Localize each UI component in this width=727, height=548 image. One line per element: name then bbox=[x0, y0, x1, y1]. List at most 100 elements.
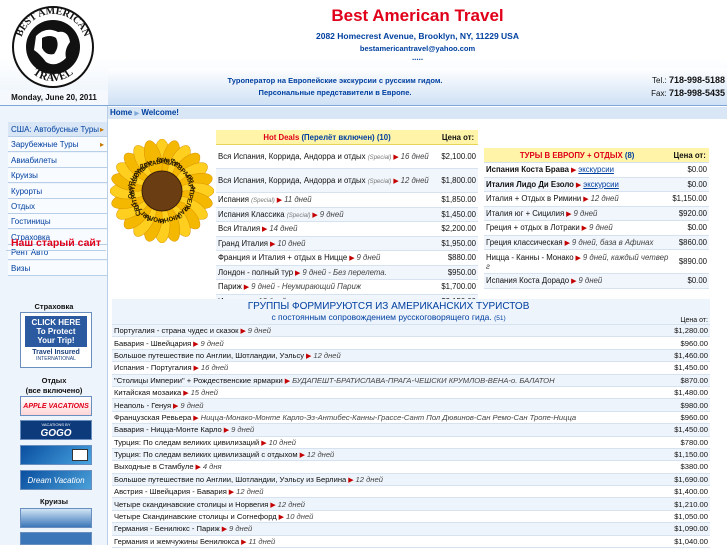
breadcrumb-home[interactable]: Home bbox=[110, 108, 132, 117]
tour-name[interactable]: Большое путешествие по Англии, Шотландии… bbox=[114, 351, 304, 360]
tour-duration[interactable]: экскурсии bbox=[583, 180, 619, 189]
table-row[interactable]: Испания - Португалия ▶ 16 дней $1,450.00 bbox=[112, 361, 710, 375]
old-site-link[interactable]: Наш старый сайт bbox=[6, 237, 106, 249]
table-row[interactable]: Греция + отдых в Лотраки ▶ 9 дней $0.00 bbox=[484, 220, 709, 236]
table-row[interactable]: Италия юг + Сицилия ▶ 9 дней $920.00 bbox=[484, 206, 709, 221]
table-row[interactable]: "Столицы Империи" + Рождественские ярмар… bbox=[112, 374, 710, 387]
table-row[interactable]: Турция: По следам великих цивилизаций с … bbox=[112, 448, 710, 462]
table-row[interactable]: Турция: По следам великих цивилизаций ▶ … bbox=[112, 436, 710, 449]
tour-name[interactable]: Испания bbox=[218, 195, 249, 204]
tour-name[interactable]: Греция + отдых в Лотраки bbox=[486, 223, 580, 232]
tour-name[interactable]: Китайская мозаика bbox=[114, 388, 181, 397]
table-row[interactable]: Испания Коста Брава ▶ экскурсии $0.00 bbox=[484, 162, 709, 178]
sidebar-item[interactable]: Отдых bbox=[8, 199, 107, 214]
tour-name[interactable]: Италия + Отдых в Римини bbox=[486, 194, 581, 203]
tour-name[interactable]: Германия и жемчужины Бенилюкса bbox=[114, 537, 239, 546]
phone-label: Tel.: bbox=[652, 76, 667, 85]
table-row[interactable]: Выходные в Стамбуле ▶ 4 дня $380.00 bbox=[112, 460, 710, 474]
table-row[interactable]: Большое путешествие по Англии, Шотландии… bbox=[112, 473, 710, 487]
table-row[interactable]: Гранд Италия ▶ 10 дней $1,950.00 bbox=[216, 236, 478, 251]
sidebar-item[interactable]: Гостиницы bbox=[8, 214, 107, 230]
table-row[interactable]: Вся Италия ▶ 14 дней $2,200.00 bbox=[216, 221, 478, 237]
insurance-banner[interactable]: CLICK HERE To Protect Your Trip! Travel … bbox=[20, 312, 92, 368]
tour-name[interactable]: "Столицы Империи" + Рождественские ярмар… bbox=[114, 376, 283, 385]
cruise-banner-2[interactable] bbox=[20, 532, 92, 545]
table-row[interactable]: Испания Классика (Special) ▶ 9 дней $1,45… bbox=[216, 207, 478, 222]
tour-name[interactable]: Германия - Бенилюкс - Париж bbox=[114, 524, 220, 533]
sidebar-item[interactable]: Зарубежные Туры bbox=[8, 137, 107, 153]
table-row[interactable]: Германия и жемчужины Бенилюкса ▶ 11 дней… bbox=[112, 535, 710, 548]
site-logo[interactable]: BEST AMERICAN TRAVEL bbox=[6, 4, 100, 90]
table-row[interactable]: Германия - Бенилюкс - Париж ▶ 9 дней $1,0… bbox=[112, 522, 710, 536]
table-row[interactable]: Франция и Италия + отдых в Ницце ▶ 9 дне… bbox=[216, 250, 478, 266]
dream-vacation-banner[interactable]: Dream Vacation bbox=[20, 470, 92, 490]
sidebar-item[interactable]: Круизы bbox=[8, 168, 107, 184]
tour-name[interactable]: Италия Лидо Ди Езоло bbox=[486, 180, 574, 189]
tour-name[interactable]: Выходные в Стамбуле bbox=[114, 462, 194, 471]
tour-name[interactable]: Испания Коста Дорадо bbox=[486, 276, 569, 285]
sidebar-item[interactable]: Курорты bbox=[8, 183, 107, 199]
tour-cell: Вся Испания, Коррида, Андорра и отдых (S… bbox=[216, 168, 438, 193]
tour-name[interactable]: Турция: По следам великих цивилизаций bbox=[114, 438, 259, 447]
tour-name[interactable]: Испания Классика bbox=[218, 210, 285, 219]
table-row[interactable]: Вся Испания, Коррида, Андорра и отдых (S… bbox=[216, 168, 478, 193]
tour-name[interactable]: Вся Испания, Коррида, Андорра и отдых bbox=[218, 176, 366, 185]
tour-name[interactable]: Вся Италия bbox=[218, 224, 260, 233]
tour-name[interactable]: Лондон - полный тур bbox=[218, 268, 293, 277]
tour-name[interactable]: Португалия - страна чудес и сказок bbox=[114, 326, 239, 335]
tour-cell: Большое путешествие по Англии, Шотландии… bbox=[112, 349, 666, 363]
tour-name[interactable]: Гранд Италия bbox=[218, 239, 268, 248]
months-sunflower-image[interactable]: ЯНВАРЬ ФЕВРАЛЬ МАРТ АПРЕЛЬ МАЙ ИЮНЬ ИЮЛЬ АВГУСТ… bbox=[109, 138, 215, 244]
sidebar-item[interactable]: Авиабилеты bbox=[8, 152, 107, 168]
table-row[interactable]: Испания (Special) ▶ 11 дней $1,850.00 bbox=[216, 192, 478, 208]
tour-name[interactable]: Вся Испания, Коррида, Андорра и отдых bbox=[218, 152, 366, 161]
table-row[interactable]: Бавария - Ницца-Монте Карло ▶ 9 дней $1,4… bbox=[112, 423, 710, 437]
tour-name[interactable]: Париж bbox=[218, 282, 242, 291]
table-row[interactable]: Китайская мозаика ▶ 15 дней $1,480.00 bbox=[112, 386, 710, 400]
tour-name[interactable]: Четыре Скандинавские столицы и Согнефорд bbox=[114, 512, 277, 521]
table-row[interactable]: Ницца - Канны - Монако ▶ 9 дней, каждый … bbox=[484, 249, 709, 274]
phone-value: 718-998-5188 bbox=[668, 75, 725, 85]
table-row[interactable]: Греция классическая ▶ 9 дней, база в Афи… bbox=[484, 235, 709, 250]
tour-name[interactable]: Австрия - Швейцария - Бавария bbox=[114, 487, 227, 496]
table-row[interactable]: Италия + Отдых в Римини ▶ 12 дней $1,150.… bbox=[484, 191, 709, 207]
table-row[interactable]: Вся Испания, Коррида, Андорра и отдых (S… bbox=[216, 144, 478, 169]
site-email[interactable]: bestamericantravel@yahoo.com bbox=[108, 44, 727, 53]
tour-name[interactable]: Французская Ревьера bbox=[114, 413, 191, 422]
tour-name[interactable]: Франция и Италия + отдых в Ницце bbox=[218, 253, 347, 262]
table-row[interactable]: Неаполь - Генуя ▶ 9 дней $980.00 bbox=[112, 398, 710, 412]
tour-name[interactable]: Испания Коста Брава bbox=[486, 165, 569, 174]
table-row[interactable]: Большое путешествие по Англии, Шотландии… bbox=[112, 349, 710, 363]
vacation-banner[interactable] bbox=[20, 445, 92, 465]
gogo-vacations-banner[interactable]: VACATIONS BY GOGO bbox=[20, 420, 92, 440]
tour-name[interactable]: Бавария - Швейцария bbox=[114, 339, 191, 348]
tour-name[interactable]: Неаполь - Генуя bbox=[114, 401, 171, 410]
table-row[interactable]: Париж ▶ 9 дней - Неумирающий Париж $1,700… bbox=[216, 279, 478, 295]
gogo-text: GOGO bbox=[40, 428, 72, 439]
tour-name[interactable]: Ницца - Канны - Монако bbox=[486, 253, 574, 262]
table-row[interactable]: Бавария - Швейцария ▶ 9 дней $960.00 bbox=[112, 336, 710, 350]
tour-name[interactable]: Греция классическая bbox=[486, 238, 563, 247]
sidebar-item[interactable]: США: Автобусные Туры bbox=[8, 122, 107, 137]
table-row[interactable]: Лондон - полный тур ▶ 9 дней - Без перел… bbox=[216, 265, 478, 280]
table-row[interactable]: Португалия - страна чудес и сказок ▶ 9 д… bbox=[112, 324, 710, 338]
sidebar-item[interactable]: Визы bbox=[8, 260, 107, 276]
tour-name[interactable]: Бавария - Ницца-Монте Карло bbox=[114, 425, 222, 434]
table-row[interactable]: Италия Лидо Ди Езоло ▶ экскурсии $0.00 bbox=[484, 177, 709, 192]
tour-name[interactable]: Большое путешествие по Англии, Шотландии… bbox=[114, 475, 346, 484]
tour-name[interactable]: Четыре скандинавские столицы и Норвегия bbox=[114, 500, 268, 509]
tour-duration[interactable]: экскурсии bbox=[578, 165, 614, 174]
table-row[interactable]: Австрия - Швейцария - Бавария ▶ 12 дней $… bbox=[112, 485, 710, 499]
tour-name[interactable]: Италия юг + Сицилия bbox=[486, 209, 564, 218]
arrow-right-icon: ▶ bbox=[293, 269, 303, 277]
table-row[interactable]: Четыре Скандинавские столицы и Согнефорд… bbox=[112, 510, 710, 524]
tour-name[interactable]: Испания - Португалия bbox=[114, 363, 192, 372]
tour-price: $0.00 bbox=[670, 162, 709, 178]
table-row[interactable]: Испания Коста Дорадо ▶ 9 дней $0.00 bbox=[484, 273, 709, 289]
apple-vacations-banner[interactable]: APPLE VACATIONS bbox=[20, 396, 92, 416]
hot-deals-count: (10) bbox=[376, 132, 391, 142]
tour-name[interactable]: Турция: По следам великих цивилизаций с … bbox=[114, 450, 298, 459]
cruise-banner[interactable] bbox=[20, 508, 92, 528]
table-row[interactable]: Французская Ревьера ▶ Ницца-Монако-Монте… bbox=[112, 411, 710, 425]
table-row[interactable]: Четыре скандинавские столицы и Норвегия … bbox=[112, 497, 710, 511]
